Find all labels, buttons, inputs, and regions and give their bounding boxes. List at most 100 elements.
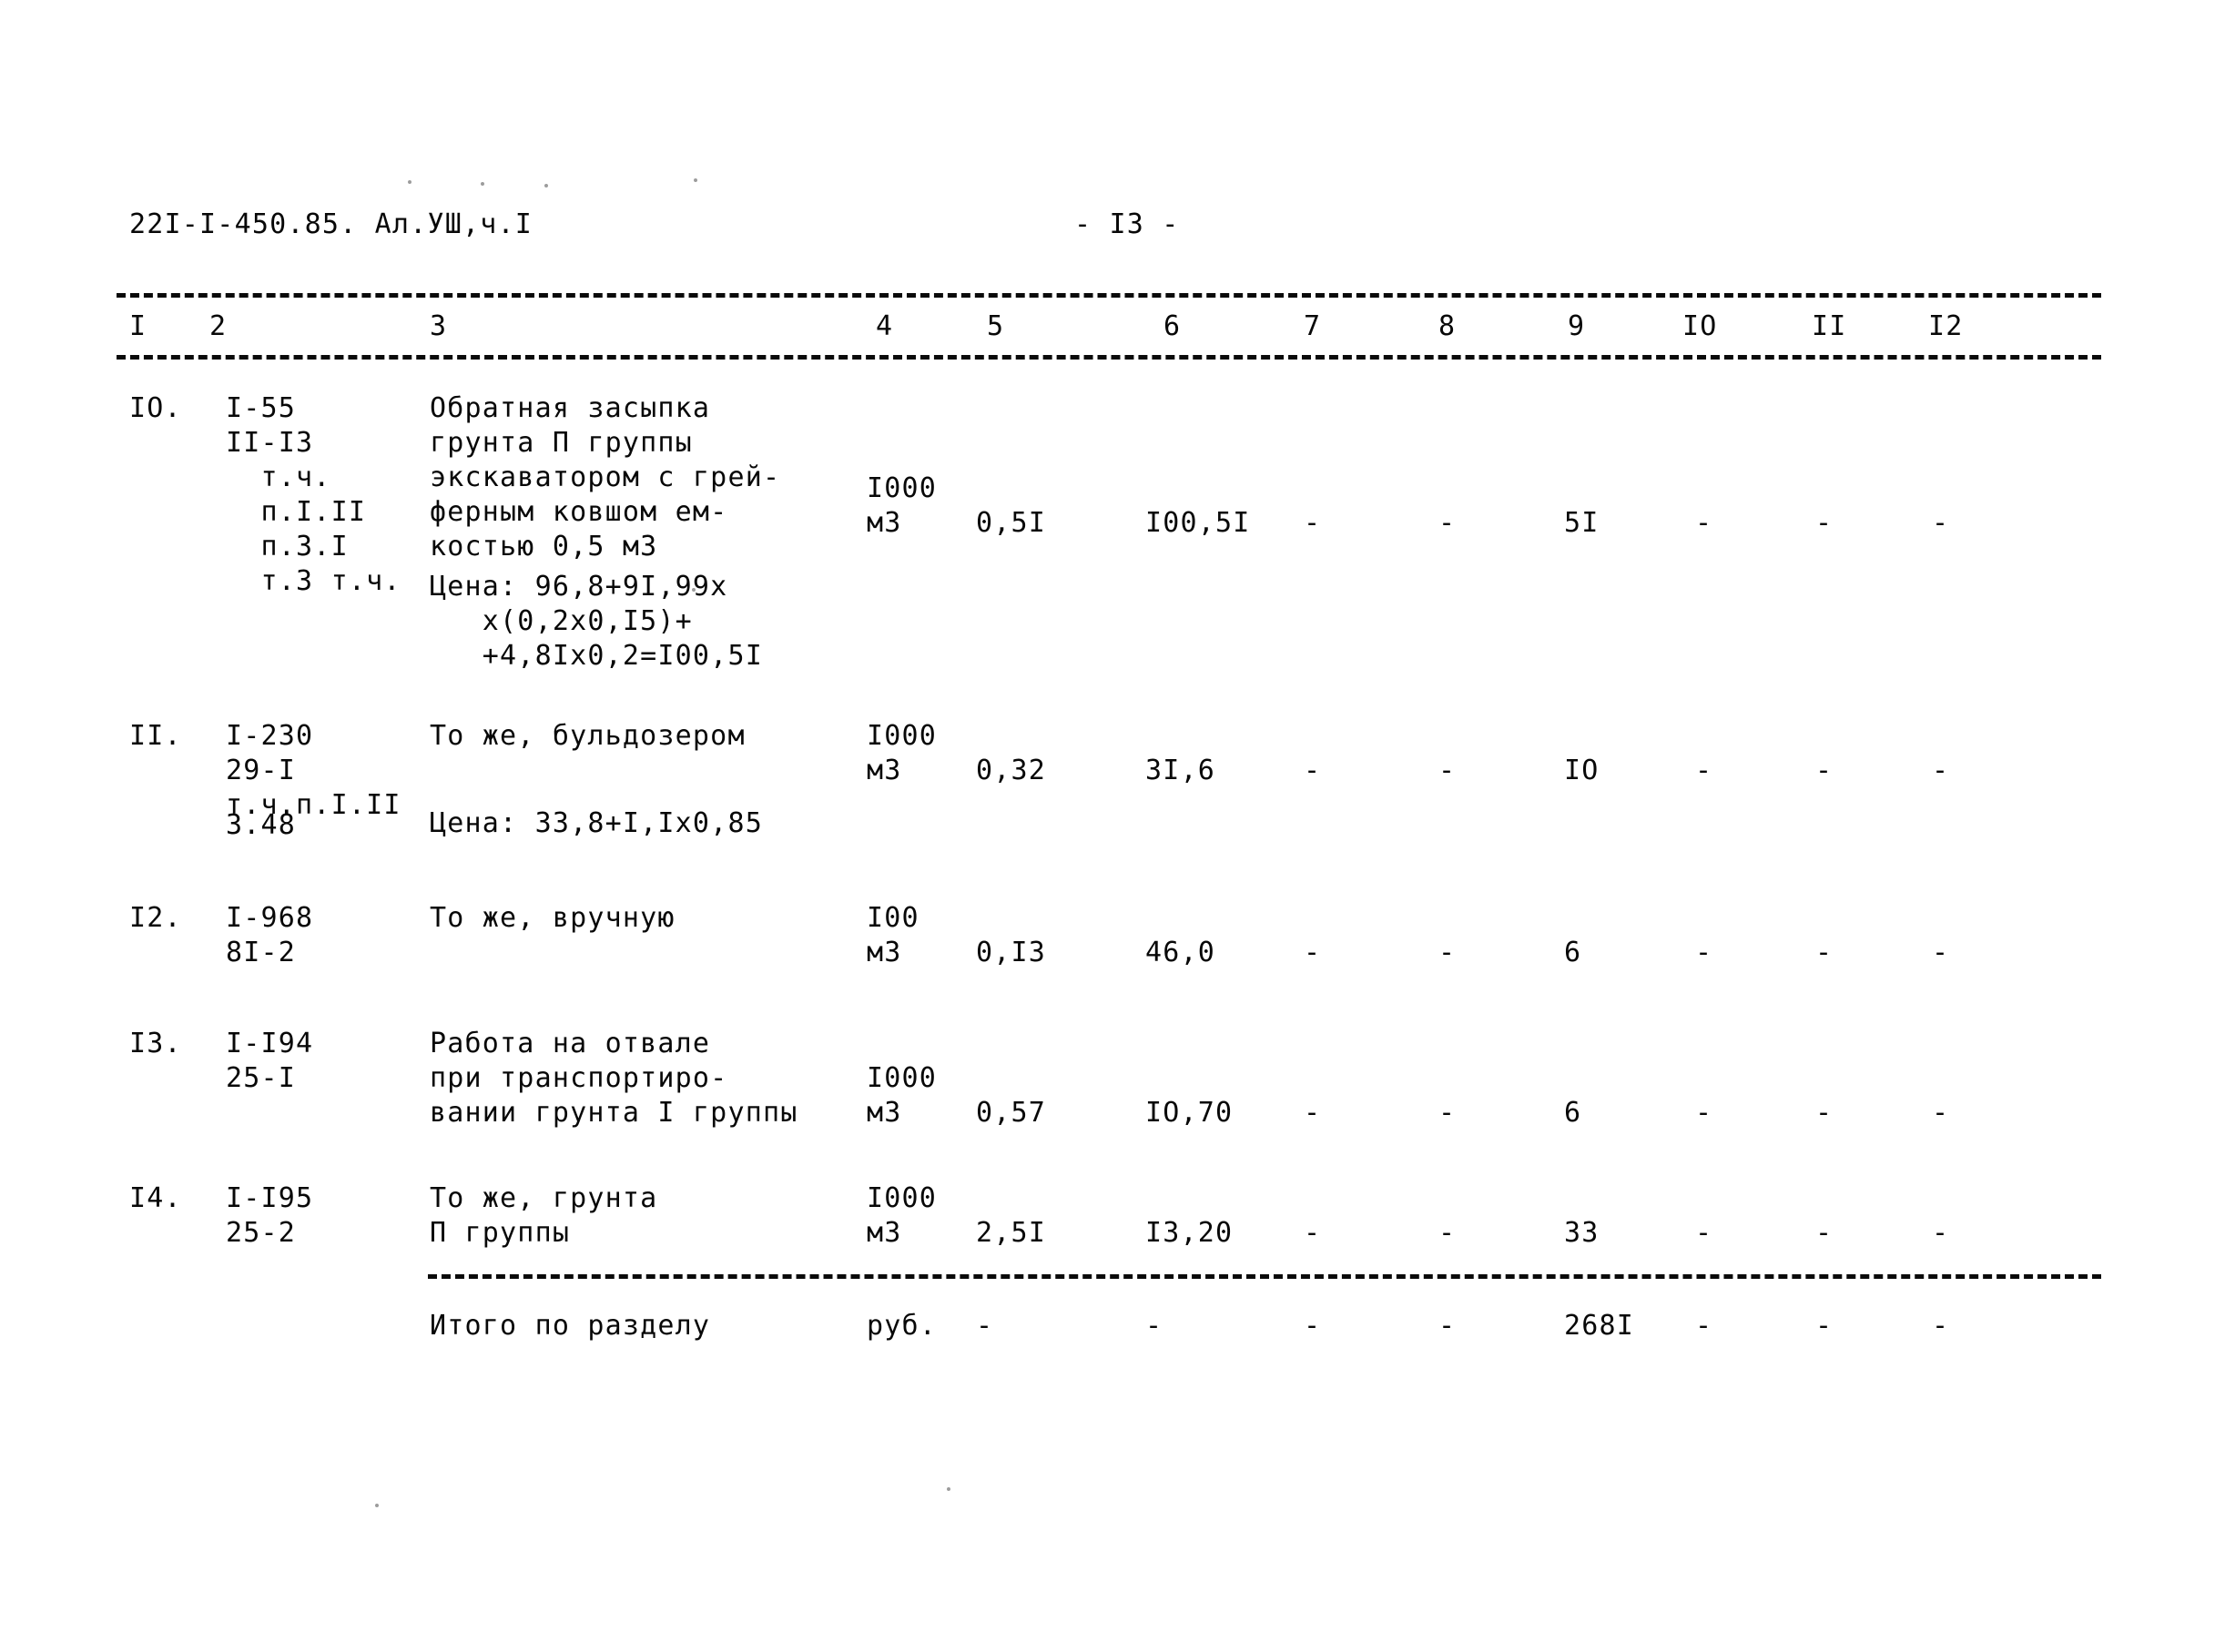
row-col8: - <box>1438 507 1457 539</box>
row-code: I-968 8I-2 <box>226 902 314 968</box>
row-col8: - <box>1438 755 1457 786</box>
row-col6: IO,70 <box>1145 1097 1234 1129</box>
row-col8: - <box>1438 937 1457 968</box>
column-header-2: 2 <box>209 310 228 342</box>
row-description: То же, грунта П группы <box>430 1182 658 1249</box>
row-col7: - <box>1304 507 1322 539</box>
row-col7: - <box>1304 755 1322 786</box>
total-col7: - <box>1304 1310 1322 1342</box>
page-number: - I3 - <box>1074 208 1180 240</box>
row-col5: 0,I3 <box>976 937 1047 968</box>
scan-speck <box>375 1504 379 1507</box>
row-col9: 6 <box>1564 1097 1582 1129</box>
row-col9: 33 <box>1564 1217 1600 1249</box>
row-col10: - <box>1695 507 1713 539</box>
row-code: I-55 II-I3 т.ч. п.I.II п.3.I т.3 т.ч. <box>226 392 401 597</box>
total-col9: 268I <box>1564 1310 1635 1342</box>
row-col9: 6 <box>1564 937 1582 968</box>
row-col6: I00,5I <box>1145 507 1251 539</box>
column-header-3: 3 <box>430 310 448 342</box>
row-col9: 5I <box>1564 507 1600 539</box>
row-code: I-I95 25-2 <box>226 1182 314 1249</box>
row-number: I3. <box>129 1028 182 1059</box>
row-number: I4. <box>129 1182 182 1214</box>
total-unit: руб. <box>867 1310 938 1342</box>
row-col5: 0,5I <box>976 507 1047 539</box>
total-col6: - <box>1145 1310 1163 1342</box>
row-col10: - <box>1695 937 1713 968</box>
table-row: I4. I-I95 25-2 То же, грунта П группы I0… <box>0 1181 2225 1291</box>
row-col7: - <box>1304 937 1322 968</box>
row-col8: - <box>1438 1097 1457 1129</box>
column-header-1: I <box>129 310 147 342</box>
row-code: I-230 29-I т.ч.п.I.II <box>226 720 401 821</box>
scan-speck <box>408 180 411 184</box>
row-col11: - <box>1815 507 1834 539</box>
row-col6: 46,0 <box>1145 937 1216 968</box>
row-col10: - <box>1695 1217 1713 1249</box>
column-header-11: II <box>1812 310 1847 342</box>
row-description: То же, бульдозером <box>430 720 746 752</box>
table-top-rule <box>117 293 2101 298</box>
row-col5: 0,57 <box>976 1097 1047 1129</box>
row-col12: - <box>1932 507 1950 539</box>
total-col12: - <box>1932 1310 1950 1342</box>
total-col10: - <box>1695 1310 1713 1342</box>
total-label: Итого по разделу <box>430 1310 711 1342</box>
total-col11: - <box>1815 1310 1834 1342</box>
row-col12: - <box>1932 937 1950 968</box>
row-col9: IO <box>1564 755 1600 786</box>
row-col6: 3I,6 <box>1145 755 1216 786</box>
row-number: IO. <box>129 392 182 424</box>
row-description: Работа на отвале при транспортиро- вании… <box>430 1028 798 1129</box>
row-col6: I3,20 <box>1145 1217 1234 1249</box>
row-col11: - <box>1815 937 1834 968</box>
row-description: Обратная засыпка грунта П группы экскава… <box>430 392 781 562</box>
scan-speck <box>947 1487 950 1491</box>
row-col7: - <box>1304 1217 1322 1249</box>
total-col8: - <box>1438 1310 1457 1342</box>
column-header-4: 4 <box>876 310 894 342</box>
total-col5: - <box>976 1310 994 1342</box>
row-col5: 0,32 <box>976 755 1047 786</box>
column-header-12: I2 <box>1928 310 1964 342</box>
row-col11: - <box>1815 1217 1834 1249</box>
column-header-8: 8 <box>1438 310 1457 342</box>
row-col12: - <box>1932 1097 1950 1129</box>
row-col5: 2,5I <box>976 1217 1047 1249</box>
column-header-10: IO <box>1682 310 1718 342</box>
table-row: I3. I-I94 25-I Работа на отвале при тран… <box>0 1027 2225 1172</box>
row-col10: - <box>1695 755 1713 786</box>
column-header-7: 7 <box>1304 310 1322 342</box>
row-unit: I000 м3 <box>867 1182 938 1249</box>
row-price-note: Цена: 33,8+I,Iх0,85 <box>430 807 763 839</box>
row-price-note: Цена: 96,8+9I,99х х(0,2х0,I5)+ +4,8Iх0,2… <box>430 571 763 672</box>
row-unit: I000 м3 <box>867 1062 938 1129</box>
table-row: IO. I-55 II-I3 т.ч. п.I.II п.3.I т.3 т.ч… <box>0 391 2225 672</box>
scan-speck <box>694 178 697 182</box>
row-col11: - <box>1815 1097 1834 1129</box>
document-code: 22I-I-450.85. Ал.УШ,ч.I <box>129 208 533 240</box>
row-col7: - <box>1304 1097 1322 1129</box>
row-col8: - <box>1438 1217 1457 1249</box>
column-header-9: 9 <box>1568 310 1586 342</box>
row-unit: I000 м3 <box>867 472 938 539</box>
row-unit: I00 м3 <box>867 902 919 968</box>
row-unit: I000 м3 <box>867 720 938 786</box>
scan-speck <box>544 184 548 187</box>
document-page: 22I-I-450.85. Ал.УШ,ч.I - I3 - I 2 3 4 5… <box>0 0 2225 1652</box>
row-col10: - <box>1695 1097 1713 1129</box>
table-header-rule <box>117 355 2101 360</box>
column-header-6: 6 <box>1163 310 1182 342</box>
row-col12: - <box>1932 755 1950 786</box>
row-code: I-I94 25-I <box>226 1028 314 1094</box>
row-code-overlay: 3.48 <box>226 809 297 841</box>
row-number: I2. <box>129 902 182 934</box>
row-number: II. <box>129 720 182 752</box>
row-description: То же, вручную <box>430 902 676 934</box>
column-header-5: 5 <box>987 310 1005 342</box>
row-col11: - <box>1815 755 1834 786</box>
total-row: Итого по разделу руб. - - - - 268I - - - <box>0 1309 2225 1363</box>
row-col12: - <box>1932 1217 1950 1249</box>
scan-speck <box>481 182 484 186</box>
